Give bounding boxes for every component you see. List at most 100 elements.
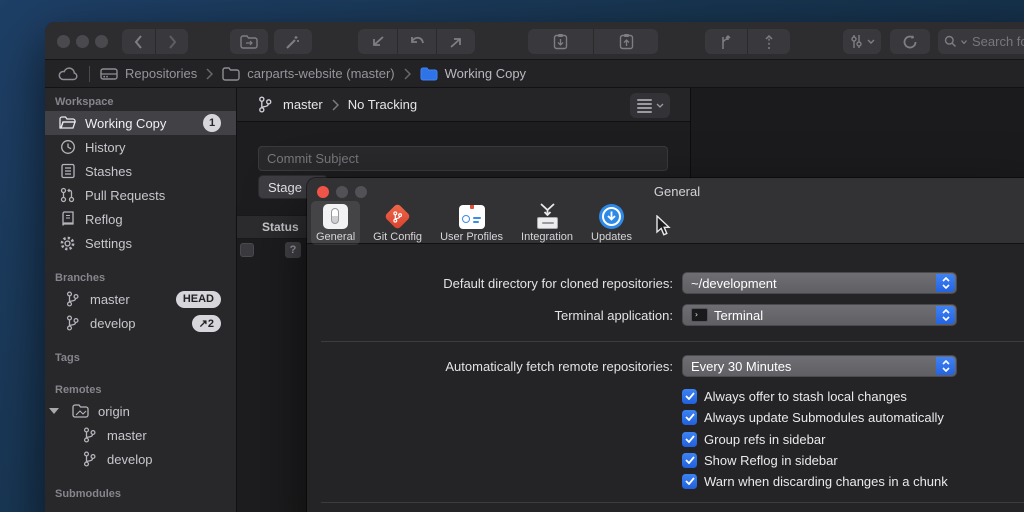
- terminal-select[interactable]: › Terminal: [682, 304, 957, 326]
- merge-button[interactable]: [747, 29, 789, 54]
- tab-label: Integration: [521, 231, 573, 243]
- checkbox-checked[interactable]: [682, 453, 697, 468]
- branch-icon: [81, 427, 98, 444]
- repo-browser-button[interactable]: [230, 29, 268, 54]
- branch-actions-group: [705, 29, 790, 54]
- selected-value: ~/development: [691, 276, 777, 291]
- sidebar-item-pull-requests[interactable]: Pull Requests: [45, 183, 236, 207]
- forward-button[interactable]: [155, 29, 188, 54]
- default-directory-select[interactable]: ~/development: [682, 272, 957, 294]
- cloud-icon[interactable]: [58, 66, 79, 81]
- sidebar: Workspace Working Copy 1 History Stashes…: [45, 88, 237, 512]
- tab-updates[interactable]: Updates: [586, 201, 637, 245]
- tab-general[interactable]: General: [311, 201, 360, 245]
- chevron-down-icon: [656, 103, 664, 108]
- branch-button[interactable]: [705, 29, 747, 54]
- chevron-right-icon: [168, 35, 177, 49]
- tab-label: User Profiles: [440, 231, 503, 243]
- view-options-button[interactable]: [843, 29, 881, 54]
- checkbox-checked[interactable]: [682, 432, 697, 447]
- stage-button-label: Stage: [268, 180, 302, 195]
- clipboard-up-icon: [619, 33, 634, 50]
- tab-git-config[interactable]: Git Config: [368, 201, 427, 245]
- sidebar-item-settings[interactable]: Settings: [45, 231, 236, 255]
- current-branch-label[interactable]: master: [283, 97, 323, 112]
- checkbox-checked[interactable]: [682, 474, 697, 489]
- sidebar-item-working-copy[interactable]: Working Copy 1: [45, 111, 236, 135]
- refresh-button[interactable]: [890, 29, 930, 54]
- file-checkbox[interactable]: [240, 243, 254, 257]
- push-button[interactable]: [436, 29, 475, 54]
- sidebar-section-workspace: Workspace: [45, 92, 236, 111]
- git-config-icon: [384, 203, 411, 230]
- sidebar-item-label: origin: [98, 404, 130, 419]
- stash-button[interactable]: [528, 29, 593, 54]
- sidebar-item-history[interactable]: History: [45, 135, 236, 159]
- breadcrumb-item-repo[interactable]: carparts-website (master): [222, 66, 394, 81]
- auto-fetch-select[interactable]: Every 30 Minutes: [682, 355, 957, 377]
- checkout-button[interactable]: [397, 29, 436, 54]
- untracked-status-badge: ?: [285, 242, 301, 258]
- count-badge: 1: [203, 114, 221, 132]
- chevron-right-icon: [404, 68, 411, 80]
- search-field[interactable]: [938, 29, 1024, 54]
- disclosure-triangle-icon[interactable]: [49, 408, 59, 414]
- minimize-button[interactable]: [76, 35, 89, 48]
- default-directory-row: Default directory for cloned repositorie…: [307, 272, 957, 294]
- breadcrumb-label: Working Copy: [445, 66, 526, 81]
- close-button[interactable]: [57, 35, 70, 48]
- pull-button[interactable]: [358, 29, 397, 54]
- blue-folder-icon: [420, 67, 438, 81]
- tab-user-profiles[interactable]: User Profiles: [435, 201, 508, 245]
- tracking-label[interactable]: No Tracking: [348, 97, 417, 112]
- dialog-close-button[interactable]: [317, 186, 329, 198]
- status-header-label: Status: [262, 220, 299, 234]
- sliders-icon: [850, 34, 863, 49]
- create-wand-button[interactable]: [274, 29, 312, 54]
- dialog-zoom-button: [355, 186, 367, 198]
- sidebar-item-remote-origin[interactable]: origin: [45, 399, 236, 423]
- checkbox-label: Show Reflog in sidebar: [704, 453, 838, 468]
- folder-open-icon: [59, 115, 76, 132]
- auto-fetch-row: Automatically fetch remote repositories:…: [307, 355, 957, 377]
- divider: [89, 66, 90, 82]
- mouse-cursor: [656, 215, 673, 237]
- commit-options-button[interactable]: [630, 93, 670, 118]
- commit-subject-input[interactable]: [258, 146, 668, 171]
- sidebar-item-reflog[interactable]: Reflog: [45, 207, 236, 231]
- selected-value: Terminal: [714, 308, 763, 323]
- sidebar-item-label: History: [85, 140, 125, 155]
- tab-integration[interactable]: Integration: [516, 201, 578, 245]
- sidebar-item-branch-master[interactable]: master HEAD: [45, 287, 236, 311]
- section-divider: [321, 341, 1024, 342]
- sidebar-item-stashes[interactable]: Stashes: [45, 159, 236, 183]
- update-submodules-option: Always update Submodules automatically: [682, 409, 944, 425]
- discard-button[interactable]: [593, 29, 658, 54]
- back-button[interactable]: [122, 29, 155, 54]
- refresh-icon: [902, 34, 918, 50]
- checkbox-checked[interactable]: [682, 389, 697, 404]
- terminal-icon: ›: [691, 308, 708, 322]
- zoom-button[interactable]: [95, 35, 108, 48]
- search-input[interactable]: [972, 34, 1024, 49]
- stash-actions-group: [528, 29, 658, 54]
- sidebar-item-origin-master[interactable]: master: [45, 423, 236, 447]
- main-toolbar: [45, 22, 1024, 60]
- terminal-row: Terminal application: › Terminal: [307, 304, 957, 326]
- stash-icon: [59, 163, 76, 180]
- checkbox-checked[interactable]: [682, 410, 697, 425]
- updates-icon: [598, 203, 625, 230]
- sidebar-item-label: develop: [90, 316, 136, 331]
- folder-icon: [222, 67, 240, 81]
- desktop-background: Repositories carparts-website (master) W…: [0, 0, 1024, 512]
- sidebar-item-origin-develop[interactable]: develop: [45, 447, 236, 471]
- sidebar-item-label: master: [107, 428, 147, 443]
- integration-icon: [534, 203, 561, 230]
- breadcrumb-item-working-copy[interactable]: Working Copy: [420, 66, 526, 81]
- breadcrumb-item-repositories[interactable]: Repositories: [100, 66, 197, 81]
- sidebar-item-label: Pull Requests: [85, 188, 165, 203]
- warn-discard-option: Warn when discarding changes in a chunk: [682, 473, 948, 489]
- preferences-tabs: General Git Config User Profiles: [311, 201, 637, 245]
- sidebar-item-branch-develop[interactable]: develop ↗2: [45, 311, 236, 335]
- ahead-badge: ↗2: [192, 315, 221, 332]
